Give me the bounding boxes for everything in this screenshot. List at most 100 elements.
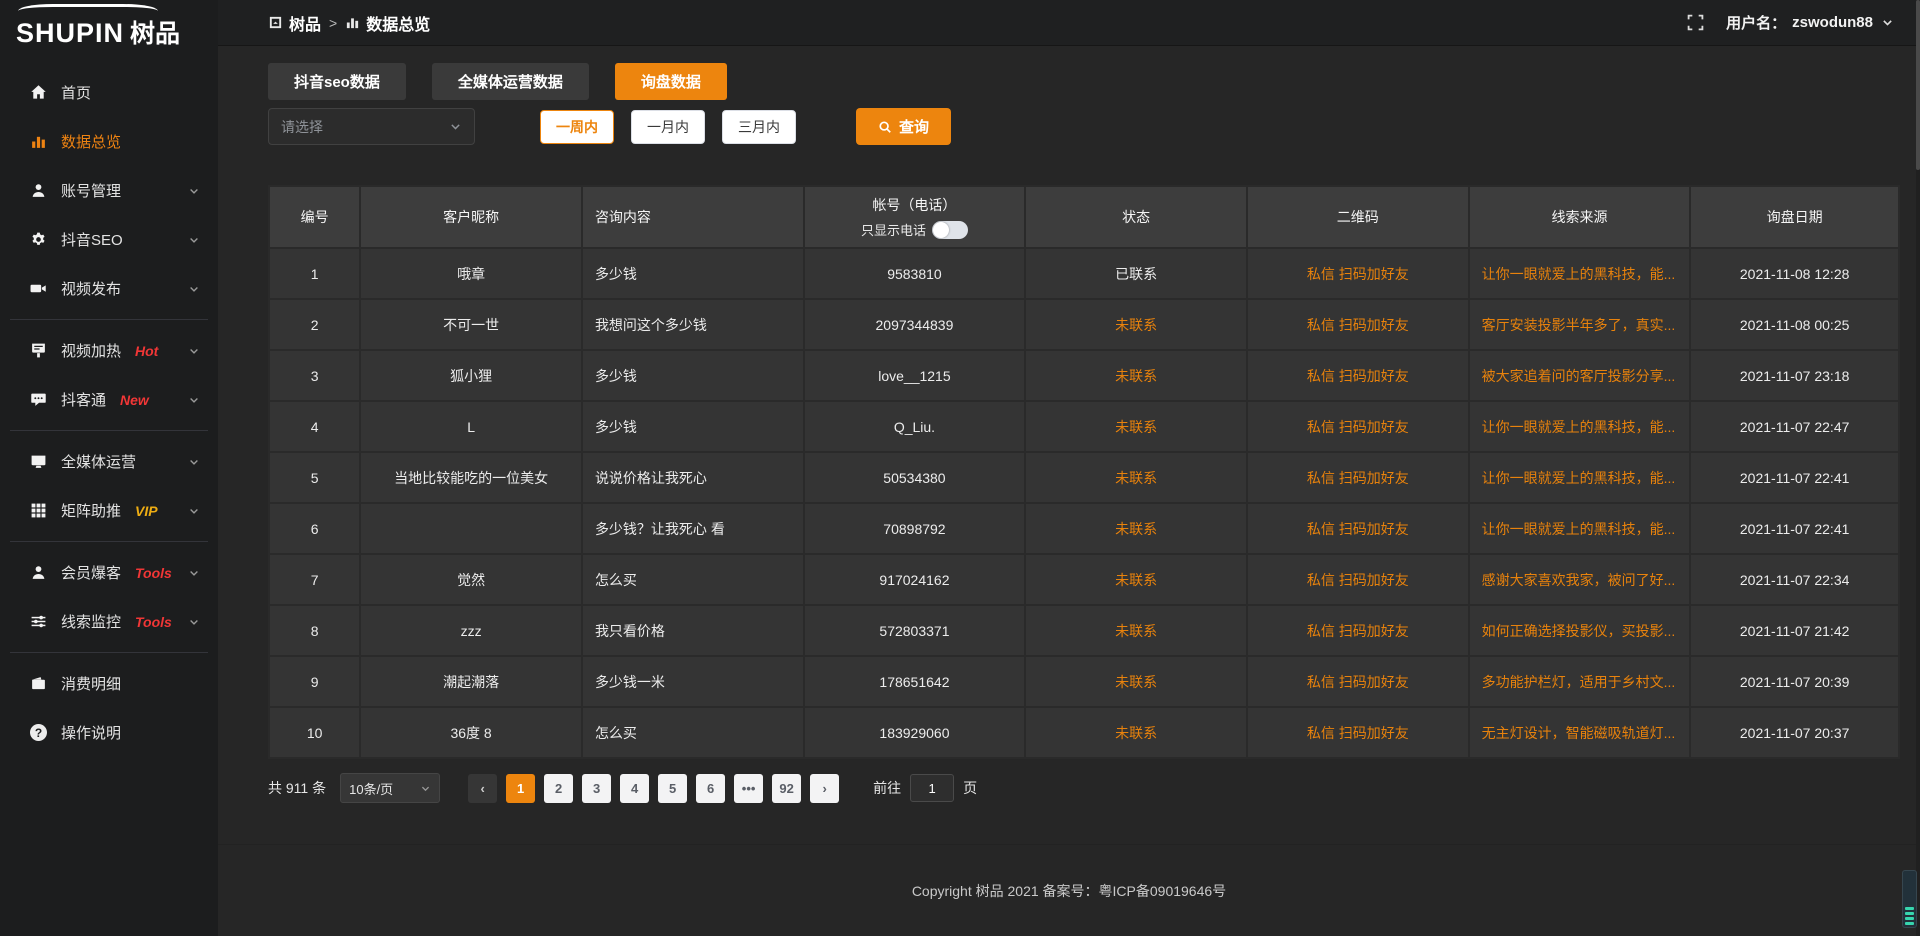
question-icon <box>30 724 47 741</box>
cell-qrcode[interactable]: 私信 扫码加好友 <box>1247 299 1469 350</box>
sidebar-item-label: 账号管理 <box>61 180 121 201</box>
query-button-label: 查询 <box>899 116 929 137</box>
page-number-button[interactable]: 92 <box>772 774 801 803</box>
panel-icon <box>268 15 283 30</box>
cell-account: love__1215 <box>804 350 1026 401</box>
page-number-button[interactable]: 6 <box>696 774 725 803</box>
sidebar-item-media-operation[interactable]: 全媒体运营 <box>0 437 218 486</box>
cell-no: 3 <box>269 350 360 401</box>
breadcrumb-home[interactable]: 树品 <box>268 11 321 35</box>
range-one-week-button[interactable]: 一周内 <box>540 110 614 144</box>
cell-qrcode[interactable]: 私信 扫码加好友 <box>1247 452 1469 503</box>
sidebar-item-account-management[interactable]: 账号管理 <box>0 166 218 215</box>
chevron-down-icon <box>188 394 200 406</box>
cell-qrcode[interactable]: 私信 扫码加好友 <box>1247 656 1469 707</box>
page-size-select[interactable]: 10条/页 <box>340 773 440 803</box>
home-icon <box>30 84 47 101</box>
sidebar-item-home[interactable]: 首页 <box>0 68 218 117</box>
cell-source[interactable]: 让你一眼就爱上的黑科技，能... <box>1469 503 1691 554</box>
breadcrumb-current[interactable]: 数据总览 <box>345 11 430 35</box>
sidebar-item-clue-monitor[interactable]: 线索监控 Tools <box>0 597 218 646</box>
sidebar-item-video-publish[interactable]: 视频发布 <box>0 264 218 313</box>
cell-qrcode[interactable]: 私信 扫码加好友 <box>1247 605 1469 656</box>
cell-qrcode[interactable]: 私信 扫码加好友 <box>1247 401 1469 452</box>
screen-heat-icon <box>30 342 47 359</box>
cell-qrcode[interactable]: 私信 扫码加好友 <box>1247 707 1469 758</box>
sidebar-item-consumption-detail[interactable]: 消费明细 <box>0 659 218 708</box>
page-ellipsis-button[interactable]: ••• <box>734 774 763 803</box>
chevron-down-icon <box>1881 16 1894 29</box>
goto-page-input[interactable] <box>910 774 954 802</box>
sidebar-item-member-burst[interactable]: 会员爆客 Tools <box>0 548 218 597</box>
phone-only-toggle[interactable] <box>932 221 968 239</box>
breadcrumb-current-label: 数据总览 <box>366 11 430 35</box>
page-number-button[interactable]: 4 <box>620 774 649 803</box>
logo[interactable]: SHUPIN树品 <box>0 0 218 60</box>
fullscreen-icon[interactable] <box>1687 14 1704 31</box>
cell-account: 183929060 <box>804 707 1026 758</box>
col-source: 线索来源 <box>1469 186 1691 248</box>
filter-select[interactable]: 请选择 <box>268 108 475 145</box>
range-buttons: 一周内 一月内 三月内 <box>540 110 796 144</box>
cell-source[interactable]: 让你一眼就爱上的黑科技，能... <box>1469 401 1691 452</box>
tab-douyin-seo-data[interactable]: 抖音seo数据 <box>268 63 406 100</box>
sidebar-item-operation-guide[interactable]: 操作说明 <box>0 708 218 757</box>
filter-bar: 请选择 一周内 一月内 三月内 查询 <box>268 108 1900 145</box>
browser-scrollbar[interactable] <box>1916 0 1920 936</box>
cell-source[interactable]: 被大家追着问的客厅投影分享... <box>1469 350 1691 401</box>
sidebar-item-video-heating[interactable]: 视频加热 Hot <box>0 326 218 375</box>
breadcrumb: 树品 > 数据总览 <box>268 11 430 35</box>
scrollbar-thumb[interactable] <box>1916 0 1920 170</box>
cell-content: 说说价格让我死心 <box>582 452 804 503</box>
sidebar-item-matrix-boost[interactable]: 矩阵助推 VIP <box>0 486 218 535</box>
sidebar-item-douyin-seo[interactable]: 抖音SEO <box>0 215 218 264</box>
cell-qrcode[interactable]: 私信 扫码加好友 <box>1247 248 1469 299</box>
cell-source[interactable]: 客厅安装投影半年多了，真实... <box>1469 299 1691 350</box>
query-button[interactable]: 查询 <box>856 108 951 145</box>
cell-nickname: 不可一世 <box>360 299 582 350</box>
sidebar-divider <box>10 541 208 542</box>
page-number-button[interactable]: 3 <box>582 774 611 803</box>
cell-qrcode[interactable]: 私信 扫码加好友 <box>1247 350 1469 401</box>
cell-account: 572803371 <box>804 605 1026 656</box>
cell-account: 178651642 <box>804 656 1026 707</box>
next-page-button[interactable]: › <box>810 774 839 803</box>
logo-text-en: SHUPIN <box>16 18 124 48</box>
cell-qrcode[interactable]: 私信 扫码加好友 <box>1247 554 1469 605</box>
tab-inquiry-data[interactable]: 询盘数据 <box>615 63 727 100</box>
corner-extension-widget[interactable] <box>1902 870 1917 928</box>
cell-source[interactable]: 无主灯设计，智能磁吸轨道灯... <box>1469 707 1691 758</box>
prev-page-button[interactable]: ‹ <box>468 774 497 803</box>
sidebar-item-data-overview[interactable]: 数据总览 <box>0 117 218 166</box>
col-account: 帐号（电话） 只显示电话 <box>804 186 1026 248</box>
sidebar-item-doukettong[interactable]: 抖客通 New <box>0 375 218 424</box>
cell-qrcode[interactable]: 私信 扫码加好友 <box>1247 503 1469 554</box>
hot-badge: Hot <box>135 343 158 359</box>
chat-icon <box>30 391 47 408</box>
chevron-down-icon <box>420 783 431 794</box>
range-one-month-button[interactable]: 一月内 <box>631 110 705 144</box>
tab-media-operation-data[interactable]: 全媒体运营数据 <box>432 63 589 100</box>
cell-date: 2021-11-07 22:47 <box>1690 401 1899 452</box>
gear-icon <box>30 231 47 248</box>
filter-select-placeholder: 请选择 <box>281 117 449 137</box>
range-three-months-button[interactable]: 三月内 <box>722 110 796 144</box>
goto-suffix: 页 <box>963 778 977 798</box>
inquiry-table: 编号 客户昵称 咨询内容 帐号（电话） 只显示电话 <box>268 185 1900 759</box>
user-menu[interactable]: 用户名：zswodun88 <box>1726 12 1894 33</box>
cell-source[interactable]: 让你一眼就爱上的黑科技，能... <box>1469 452 1691 503</box>
sidebar-divider <box>10 652 208 653</box>
video-publish-icon <box>30 280 47 297</box>
cell-source[interactable]: 如何正确选择投影仪，买投影... <box>1469 605 1691 656</box>
page-number-button[interactable]: 1 <box>506 774 535 803</box>
page-number-button[interactable]: 5 <box>658 774 687 803</box>
toggle-knob <box>933 222 949 238</box>
cell-no: 8 <box>269 605 360 656</box>
cell-status: 未联系 <box>1025 503 1247 554</box>
cell-account: 70898792 <box>804 503 1026 554</box>
cell-source[interactable]: 感谢大家喜欢我家，被问了好... <box>1469 554 1691 605</box>
footer: Copyright 树品 2021 备案号：粤ICP备09019646号 <box>218 844 1920 936</box>
cell-source[interactable]: 让你一眼就爱上的黑科技，能... <box>1469 248 1691 299</box>
page-number-button[interactable]: 2 <box>544 774 573 803</box>
cell-source[interactable]: 多功能护栏灯，适用于乡村文... <box>1469 656 1691 707</box>
